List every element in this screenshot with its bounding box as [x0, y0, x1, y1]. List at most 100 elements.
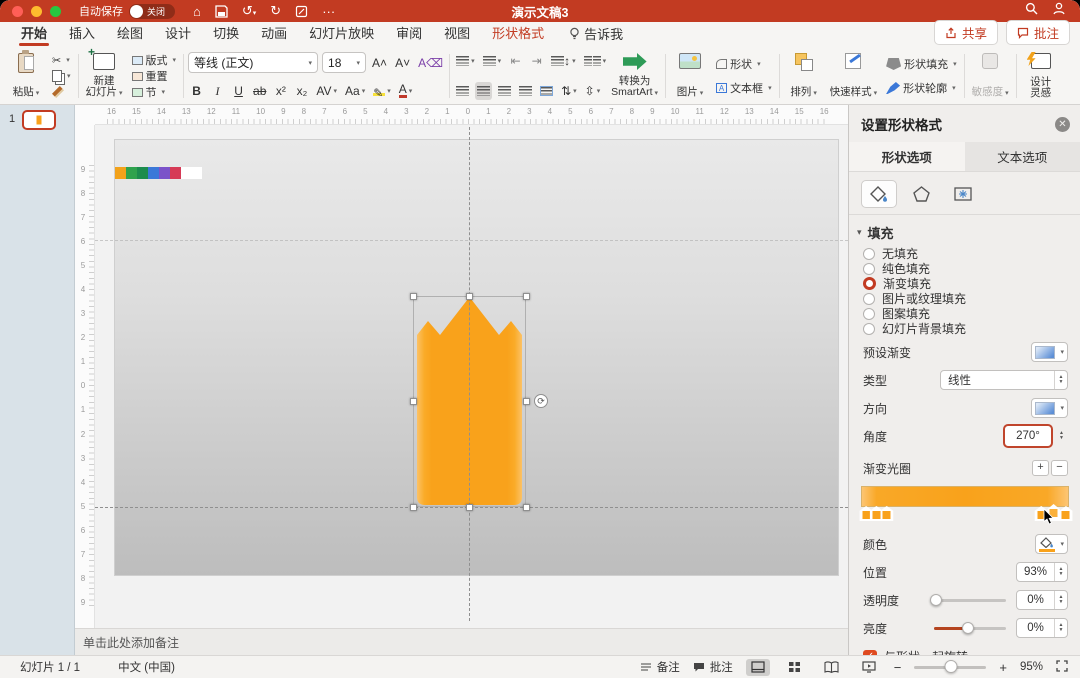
font-size-combo[interactable]: 18▾	[322, 52, 366, 73]
numbering-button[interactable]: ▾	[481, 52, 504, 70]
radio-icon[interactable]	[863, 323, 875, 335]
comments-button[interactable]: 批注	[1006, 20, 1070, 45]
align-left-button[interactable]	[454, 82, 471, 100]
clear-format-button[interactable]: A⌫	[416, 54, 445, 72]
tab-text-options[interactable]: 文本选项	[965, 142, 1080, 171]
reset-button[interactable]: 重置	[129, 68, 180, 84]
distribute-button[interactable]	[538, 82, 555, 100]
handle-top-left[interactable]	[410, 293, 417, 300]
zoom-out-button[interactable]: −	[894, 660, 902, 675]
new-slide-button[interactable]: 新建幻灯片▾	[83, 50, 126, 102]
ribbon-tab-4[interactable]: 切换	[202, 20, 250, 47]
cut-button[interactable]: ✂▾	[49, 52, 74, 68]
position-stepper[interactable]: ▲▼	[1054, 563, 1067, 581]
ribbon-tab-9[interactable]: 形状格式	[481, 20, 555, 47]
home-icon[interactable]: ⌂	[193, 4, 201, 19]
bold-button[interactable]: B	[188, 82, 205, 100]
layout-button[interactable]: 版式▾	[129, 52, 180, 68]
notes-toggle-button[interactable]: 备注	[640, 659, 680, 675]
ribbon-tab-5[interactable]: 动画	[250, 20, 298, 47]
radio-icon[interactable]	[863, 248, 875, 260]
textbox-button[interactable]: A文本框▾	[713, 80, 775, 96]
ribbon-tab-8[interactable]: 视图	[433, 20, 481, 47]
stop-color-dropdown[interactable]: ▾	[1035, 534, 1068, 554]
fill-option-5[interactable]: 幻灯片背景填充	[849, 321, 1080, 336]
tell-me-button[interactable]: 告诉我	[569, 24, 623, 47]
handle-middle-left[interactable]	[410, 398, 417, 405]
type-dropdown[interactable]: 线性 ▲▼	[940, 370, 1068, 390]
radio-icon[interactable]	[863, 263, 875, 275]
quick-print-icon[interactable]	[295, 5, 308, 18]
highlight-button[interactable]: ✎▾	[371, 82, 393, 100]
italic-button[interactable]: I	[209, 82, 226, 100]
section-button[interactable]: 节▾	[129, 84, 180, 100]
handle-top-right[interactable]	[523, 293, 530, 300]
radio-icon[interactable]	[863, 277, 876, 290]
redo-icon[interactable]: ↻	[270, 3, 281, 19]
fill-option-0[interactable]: 无填充	[849, 246, 1080, 261]
add-stop-button[interactable]: +	[1032, 460, 1049, 476]
preset-gradient-dropdown[interactable]: ▾	[1031, 342, 1068, 362]
paste-button[interactable]: 粘贴▾	[6, 50, 46, 102]
window-close-button[interactable]	[12, 6, 23, 17]
design-ideas-button[interactable]: 设计灵感	[1021, 50, 1061, 102]
decrease-indent-button[interactable]: ⇤	[507, 52, 524, 70]
reading-view-button[interactable]	[820, 659, 844, 676]
slideshow-view-button[interactable]	[857, 659, 881, 676]
grow-font-button[interactable]: A˄	[370, 54, 389, 72]
fill-option-2[interactable]: 渐变填充	[849, 276, 1080, 291]
panel-close-icon[interactable]: ✕	[1055, 117, 1070, 132]
line-spacing-button[interactable]: ↕▾	[549, 52, 578, 70]
subscript-button[interactable]: x₂	[293, 82, 310, 100]
handle-middle-right[interactable]	[523, 398, 530, 405]
format-painter-button[interactable]	[49, 84, 74, 100]
direction-dropdown[interactable]: ▾	[1031, 398, 1068, 418]
more-commands-button[interactable]: ···	[322, 4, 335, 19]
horizontal-guide-upper[interactable]	[95, 240, 848, 241]
increase-indent-button[interactable]: ⇥	[528, 52, 545, 70]
search-icon[interactable]	[1025, 2, 1038, 20]
fill-section-header[interactable]: ▾填充	[849, 215, 1080, 246]
ribbon-tab-2[interactable]: 绘图	[106, 20, 154, 47]
columns-button[interactable]: ▾	[582, 52, 609, 70]
gradient-stop-2[interactable]	[880, 506, 893, 521]
fill-option-1[interactable]: 纯色填充	[849, 261, 1080, 276]
save-icon[interactable]	[215, 5, 228, 18]
font-color-button[interactable]: A▾	[397, 82, 415, 100]
fill-option-3[interactable]: 图片或纹理填充	[849, 291, 1080, 306]
rotation-handle[interactable]: ⟳	[534, 394, 548, 408]
brightness-slider[interactable]	[934, 627, 1006, 630]
radio-icon[interactable]	[863, 293, 875, 305]
bullets-button[interactable]: ▾	[454, 52, 477, 70]
slide-thumbnail[interactable]	[22, 110, 56, 130]
quick-styles-button[interactable]: 快速样式▾	[827, 50, 881, 102]
type-stepper[interactable]: ▲▼	[1054, 371, 1067, 389]
copy-button[interactable]: ▾	[49, 68, 74, 84]
picture-button[interactable]: 图片▾	[670, 50, 710, 102]
language-indicator[interactable]: 中文 (中国)	[118, 659, 175, 675]
underline-button[interactable]: U	[230, 82, 247, 100]
gradient-stop-5[interactable]	[1059, 506, 1072, 521]
window-zoom-button[interactable]	[50, 6, 61, 17]
text-direction-button[interactable]: ⇅▾	[559, 82, 579, 100]
zoom-in-button[interactable]: +	[999, 660, 1007, 675]
zoom-percentage[interactable]: 95%	[1020, 661, 1043, 673]
shapes-button[interactable]: 形状▾	[713, 56, 775, 72]
ribbon-tab-3[interactable]: 设计	[154, 20, 202, 47]
handle-bottom-right[interactable]	[523, 504, 530, 511]
gradient-bar[interactable]	[861, 486, 1069, 507]
char-spacing-button[interactable]: AV▾	[314, 82, 339, 100]
slide-canvas[interactable]: 1615141312111098765432101234567891011121…	[75, 105, 848, 628]
position-input[interactable]: 93% ▲▼	[1016, 562, 1068, 582]
ribbon-tab-7[interactable]: 审阅	[385, 20, 433, 47]
comments-toggle-button[interactable]: 批注	[693, 659, 733, 675]
shape-outline-button[interactable]: 形状轮廓▾	[883, 80, 960, 96]
angle-input[interactable]: 270°	[1005, 426, 1051, 446]
share-button[interactable]: 共享	[934, 20, 998, 45]
fit-slide-button[interactable]	[1056, 660, 1068, 675]
brightness-slider-knob[interactable]	[962, 622, 974, 634]
convert-smartart-button[interactable]: 转换为SmartArt▾	[608, 50, 661, 102]
align-right-button[interactable]	[496, 82, 513, 100]
handle-top-center[interactable]	[466, 293, 473, 300]
autosave-toggle[interactable]: 关闭	[129, 4, 175, 19]
